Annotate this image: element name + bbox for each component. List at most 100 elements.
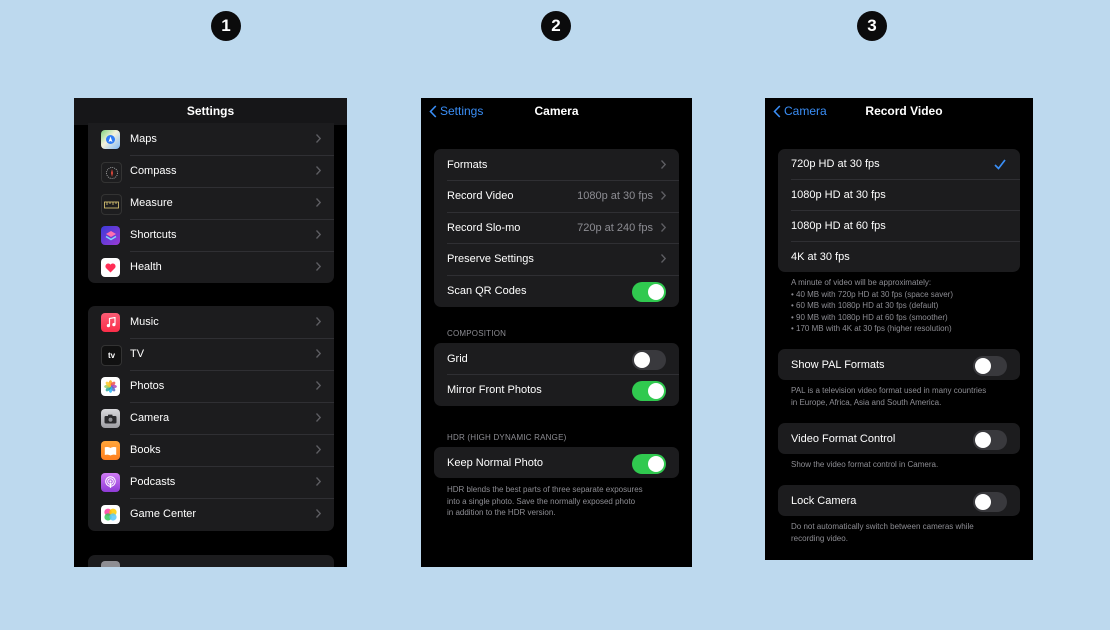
footer-line: Do not automatically switch between came… [791, 522, 974, 531]
page-title: Camera [534, 104, 579, 118]
record-slo-mo-row[interactable]: Record Slo-mo 720p at 240 fps [434, 212, 679, 243]
mirror-front-photos-toggle[interactable] [632, 381, 666, 401]
podcasts-icon [101, 473, 120, 492]
row-label: Grid [447, 352, 468, 365]
keep-normal-photo-toggle[interactable] [632, 454, 666, 474]
footer-line: recording video. [791, 533, 848, 543]
row-label: Record Slo-mo [447, 221, 521, 234]
settings-item-photos[interactable]: Photos [88, 370, 334, 402]
chevron-right-icon [661, 191, 666, 200]
chevron-right-icon [316, 413, 321, 422]
option-720p-30fps[interactable]: 720p HD at 30 fps [778, 149, 1020, 179]
settings-item-label: Game Center [130, 508, 197, 520]
settings-item-podcasts[interactable]: Podcasts [88, 466, 334, 498]
settings-screen: Settings Maps Compass Measure Shortcuts … [74, 98, 347, 567]
row-label: Scan QR Codes [447, 285, 527, 297]
toggle-knob [634, 352, 650, 368]
navigation-bar: Settings [74, 98, 347, 125]
video-format-control-toggle[interactable] [973, 430, 1007, 450]
settings-group-apps-1: Maps Compass Measure Shortcuts Health [88, 123, 334, 283]
toggle-knob [975, 432, 991, 448]
books-icon [101, 441, 120, 460]
settings-item-game-center[interactable]: Game Center [88, 498, 334, 530]
hdr-group: Keep Normal Photo [434, 447, 679, 478]
camera-settings-screen: Settings Camera Formats Record Video 108… [421, 98, 692, 567]
settings-item-tv[interactable]: tv TV [88, 338, 334, 370]
mirror-front-photos-row: Mirror Front Photos [434, 374, 679, 406]
scan-qr-codes-row: Scan QR Codes [434, 275, 679, 307]
partial-app-icon [101, 561, 120, 567]
step-1-badge: 1 [211, 11, 241, 41]
footer-line: PAL is a television video format used in… [791, 386, 987, 395]
shortcuts-icon [101, 226, 120, 245]
lock-camera-toggle[interactable] [973, 492, 1007, 512]
formats-row[interactable]: Formats [434, 149, 679, 180]
toggle-knob [648, 383, 664, 399]
toggle-knob [975, 494, 991, 510]
page-title: Settings [186, 104, 235, 118]
row-label: Formats [447, 158, 488, 171]
settings-item-label: Compass [130, 165, 177, 177]
settings-item-measure[interactable]: Measure [88, 187, 334, 219]
navigation-bar: Settings Camera [421, 98, 692, 124]
footer-line: Show the video format control in Camera. [791, 460, 939, 469]
game-center-icon [101, 505, 120, 524]
settings-item-label: Books [130, 444, 161, 456]
settings-item-books[interactable]: Books [88, 434, 334, 466]
measure-icon [101, 194, 122, 215]
option-1080p-60fps[interactable]: 1080p HD at 60 fps [778, 210, 1020, 241]
footer-line: into a single photo. Save the normally e… [447, 496, 636, 506]
toggle-knob [975, 358, 991, 374]
step-2-badge: 2 [541, 11, 571, 41]
settings-item-label: Measure [130, 197, 173, 209]
storage-footer-text: A minute of video will be approximately:… [791, 277, 1027, 335]
grid-toggle[interactable] [632, 350, 666, 370]
tv-icon-glyph: tv [107, 351, 116, 360]
scan-qr-codes-toggle[interactable] [632, 282, 666, 302]
preserve-settings-row[interactable]: Preserve Settings [434, 243, 679, 275]
record-video-row[interactable]: Record Video 1080p at 30 fps [434, 180, 679, 212]
settings-item-shortcuts[interactable]: Shortcuts [88, 219, 334, 251]
chevron-right-icon [316, 166, 321, 175]
settings-group-apps-2: Music tv TV Photos Camera Books Podcasts… [88, 306, 334, 531]
chevron-right-icon [316, 262, 321, 271]
settings-item-music[interactable]: Music [88, 306, 334, 338]
checkmark-icon [994, 159, 1006, 170]
chevron-right-icon [316, 198, 321, 207]
chevron-right-icon [316, 230, 321, 239]
settings-item-label: Maps [130, 133, 157, 145]
row-label: Video Format Control [791, 432, 896, 445]
keep-normal-photo-row: Keep Normal Photo [434, 447, 679, 478]
footer-line: HDR blends the best parts of three separ… [447, 485, 643, 494]
page-title: Record Video [865, 104, 943, 118]
settings-item-compass[interactable]: Compass [88, 155, 334, 187]
settings-item-label: Shortcuts [130, 229, 177, 241]
footer-line: • 40 MB with 720p HD at 30 fps (space sa… [791, 289, 953, 299]
maps-icon [101, 130, 120, 149]
hdr-section-header: HDR (HIGH DYNAMIC RANGE) [447, 433, 567, 442]
chevron-right-icon [316, 134, 321, 143]
hdr-footer-text: HDR blends the best parts of three separ… [447, 484, 683, 519]
settings-item-health[interactable]: Health [88, 251, 334, 283]
settings-item-label: TV [130, 348, 145, 360]
row-label: Lock Camera [791, 494, 857, 507]
settings-item-camera[interactable]: Camera [88, 402, 334, 434]
chevron-right-icon [661, 254, 666, 263]
tv-icon: tv [101, 345, 122, 366]
settings-item-maps[interactable]: Maps [88, 123, 334, 155]
row-value: 720p at 240 fps [577, 221, 653, 234]
option-4k-30fps[interactable]: 4K at 30 fps [778, 241, 1020, 272]
chevron-right-icon [316, 445, 321, 454]
chevron-right-icon [661, 223, 666, 232]
settings-item-label: Health [130, 261, 162, 273]
option-1080p-30fps[interactable]: 1080p HD at 30 fps [778, 179, 1020, 210]
chevron-right-icon [316, 509, 321, 518]
lock-camera-group: Lock Camera [778, 485, 1020, 516]
option-label: 4K at 30 fps [791, 250, 850, 263]
show-pal-formats-toggle[interactable] [973, 356, 1007, 376]
pal-formats-group: Show PAL Formats [778, 349, 1020, 380]
chevron-right-icon [661, 160, 666, 169]
chevron-right-icon [316, 477, 321, 486]
row-label: Mirror Front Photos [447, 384, 542, 396]
settings-group-partial [88, 555, 334, 567]
